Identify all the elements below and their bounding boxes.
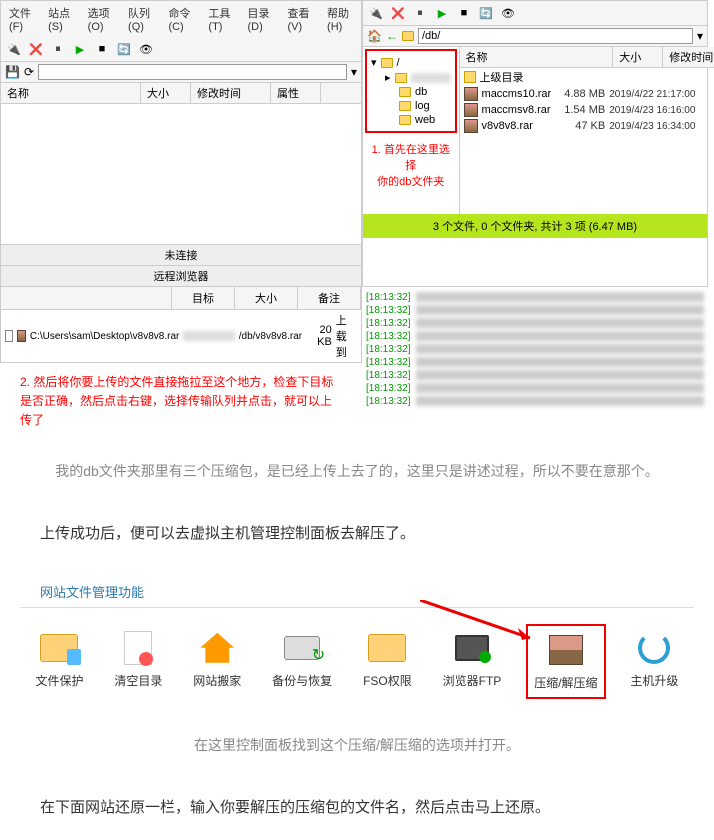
main-menu[interactable]: 文件(F)站点(S)选项(O)队列(Q)命令(C)工具(T)目录(D)查看(V)… xyxy=(1,1,361,37)
func-backup[interactable]: 备份与恢复 xyxy=(266,624,338,699)
dropdown-icon[interactable]: ▾ xyxy=(697,29,703,43)
checkbox-icon[interactable] xyxy=(5,330,13,342)
function-grid: 文件保护 清空目录 网站搬家 备份与恢复 FSO权限 浏览器FTP 压缩/解压缩… xyxy=(0,608,714,715)
refresh-icon[interactable]: ⟳ xyxy=(24,65,34,79)
local-status: 未连接 xyxy=(1,244,361,265)
func-file-protect[interactable]: 文件保护 xyxy=(29,624,89,699)
body-text-3: 在这里控制面板找到这个压缩/解压缩的选项并打开。 xyxy=(0,715,714,776)
play-icon[interactable]: ▶ xyxy=(433,4,451,22)
connect-icon[interactable]: 🔌 xyxy=(367,4,385,22)
folder-icon xyxy=(402,31,414,41)
body-text-1: 我的db文件夹那里有三个压缩包，是已经上传上去了的，这里只是讲述过程，所以不要在… xyxy=(0,441,714,502)
view-icon[interactable]: 👁 xyxy=(499,4,517,22)
local-columns: 名称 大小 修改时间 属性 xyxy=(1,83,361,104)
remote-file-list[interactable]: 上级目录 maccms10.rar 4.88 MB 2019/4/22 21:1… xyxy=(460,68,714,134)
disconnect-icon[interactable]: ❌ xyxy=(27,40,45,58)
folder-icon xyxy=(368,634,406,662)
remote-toolbar[interactable]: 🔌 ❌ ⏸ ▶ ■ 🔄 👁 xyxy=(363,1,707,26)
main-toolbar[interactable]: 🔌 ❌ ⏸ ▶ ■ 🔄 👁 xyxy=(1,37,361,62)
rar-icon xyxy=(464,87,478,101)
red-arrow-icon xyxy=(420,600,540,640)
remote-tree[interactable]: ▾/ ▸ db log web xyxy=(365,49,457,133)
folder-shield-icon xyxy=(40,634,78,662)
body-text-4: 在下面网站还原一栏，输入你要解压的压缩包的文件名，然后点击马上还原。 xyxy=(0,776,714,840)
refresh-icon[interactable]: 🔄 xyxy=(115,40,133,58)
remote-columns: 名称 大小 修改时间 xyxy=(460,47,714,68)
archive-icon xyxy=(549,635,583,665)
drive-icon xyxy=(284,636,320,660)
local-path-input[interactable] xyxy=(38,64,347,80)
view-icon[interactable]: 👁 xyxy=(137,40,155,58)
parent-dir-row[interactable]: 上级目录 xyxy=(460,68,714,86)
rar-icon xyxy=(17,330,25,342)
remote-status: 3 个文件, 0 个文件夹, 共计 3 项 (6.47 MB) xyxy=(363,214,707,238)
annotation-2: 2. 然后将你要上传的文件直接拖拉至这个地方，检查下目标是否正确，然后点击右键，… xyxy=(0,363,362,441)
rar-icon xyxy=(464,103,478,117)
drive-icon: 💾 xyxy=(5,65,20,79)
dropdown-icon[interactable]: ▾ xyxy=(351,65,357,79)
pause-icon[interactable]: ⏸ xyxy=(49,40,67,58)
house-icon xyxy=(200,633,234,663)
play-icon[interactable]: ▶ xyxy=(71,40,89,58)
refresh-icon[interactable]: 🔄 xyxy=(477,4,495,22)
back-icon[interactable]: ← xyxy=(386,29,398,43)
document-icon xyxy=(124,631,152,665)
transfer-queue-row[interactable]: C:\Users\sam\Desktop\v8v8v8.rar /db/v8v8… xyxy=(0,310,362,363)
file-row[interactable]: maccmsv8.rar 1.54 MB 2019/4/23 16:16:00 xyxy=(460,102,714,118)
local-file-list[interactable] xyxy=(1,104,361,244)
remote-path-input[interactable] xyxy=(418,28,693,44)
queue-tabs: 目标 大小 备注 xyxy=(0,287,362,310)
panel-title: 网站文件管理功能 xyxy=(20,576,694,608)
up-folder-icon xyxy=(464,71,476,83)
func-upgrade[interactable]: 主机升级 xyxy=(624,624,684,699)
stop-icon[interactable]: ■ xyxy=(455,4,473,22)
disconnect-icon[interactable]: ❌ xyxy=(389,4,407,22)
annotation-1: 1. 首先在这里选择 你的db文件夹 xyxy=(363,135,459,195)
local-status2: 远程浏览器 xyxy=(1,265,361,286)
file-row[interactable]: v8v8v8.rar 47 KB 2019/4/23 16:34:00 xyxy=(460,118,714,134)
monitor-icon xyxy=(455,635,489,661)
rar-icon xyxy=(464,119,478,133)
connect-icon[interactable]: 🔌 xyxy=(5,40,23,58)
func-clear-dir[interactable]: 清空目录 xyxy=(108,624,168,699)
body-text-2: 上传成功后，便可以去虚拟主机管理控制面板去解压了。 xyxy=(0,502,714,566)
log-panel: [18:13:32] [18:13:32] [18:13:32] [18:13:… xyxy=(362,287,708,441)
refresh-icon xyxy=(638,632,670,664)
func-fso[interactable]: FSO权限 xyxy=(357,624,418,699)
func-migrate[interactable]: 网站搬家 xyxy=(187,624,247,699)
stop-icon[interactable]: ■ xyxy=(93,40,111,58)
home-icon[interactable]: 🏠 xyxy=(367,29,382,43)
pause-icon[interactable]: ⏸ xyxy=(411,4,429,22)
file-row[interactable]: maccms10.rar 4.88 MB 2019/4/22 21:17:00 xyxy=(460,86,714,102)
